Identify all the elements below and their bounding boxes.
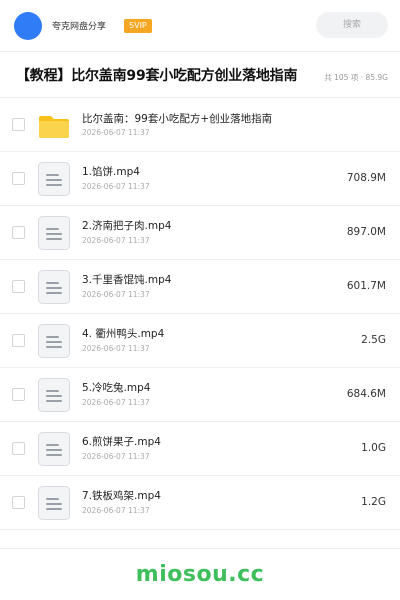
document-icon: [38, 270, 70, 304]
file-date: 2026-06-07 11:37: [82, 398, 150, 407]
file-date: 2026-06-07 11:37: [82, 182, 150, 191]
row-checkbox[interactable]: [12, 442, 25, 455]
file-row[interactable]: 1.馅饼.mp4 2026-06-07 11:37 708.9M: [0, 152, 400, 206]
file-row[interactable]: 比尔盖南：99套小吃配方+创业落地指南 2026-06-07 11:37: [0, 98, 400, 152]
document-icon: [38, 432, 70, 466]
file-date: 2026-06-07 11:37: [82, 290, 150, 299]
header: 夸克网盘分享 SVIP: [0, 0, 400, 52]
share-meta: 共 105 项 · 85.9G: [324, 73, 388, 82]
svip-badge: SVIP: [124, 18, 152, 33]
document-icon: [38, 216, 70, 250]
file-name: 1.馅饼.mp4: [82, 166, 140, 178]
file-row[interactable]: 5.冷吃兔.mp4 2026-06-07 11:37 684.6M: [0, 368, 400, 422]
file-size: 601.7M: [346, 280, 386, 292]
search-input[interactable]: [316, 12, 388, 38]
file-row[interactable]: 7.铁板鸡架.mp4 2026-06-07 11:37 1.2G: [0, 476, 400, 530]
brand-watermark: miosou.cc: [135, 562, 265, 587]
avatar[interactable]: [14, 11, 42, 40]
row-checkbox[interactable]: [12, 226, 25, 239]
file-size: 684.6M: [346, 388, 386, 400]
file-date: 2026-06-07 11:37: [82, 506, 150, 515]
file-row[interactable]: 2.济南把子肉.mp4 2026-06-07 11:37 897.0M: [0, 206, 400, 260]
share-title: 【教程】比尔盖南99套小吃配方创业落地指南: [16, 67, 298, 84]
file-date: 2026-06-07 11:37: [82, 236, 150, 245]
file-name: 6.煎饼果子.mp4: [82, 436, 161, 448]
file-size: 1.0G: [361, 442, 386, 454]
document-icon: [38, 162, 70, 196]
file-size: 1.2G: [361, 496, 386, 508]
site-name: 夸克网盘分享: [52, 22, 107, 32]
footer: miosou.cc: [0, 548, 400, 600]
file-list: 比尔盖南：99套小吃配方+创业落地指南 2026-06-07 11:37 1.馅…: [0, 98, 400, 530]
document-icon: [38, 486, 70, 520]
file-date: 2026-06-07 11:37: [82, 128, 150, 137]
folder-icon: [38, 108, 70, 142]
file-name: 5.冷吃兔.mp4: [82, 382, 151, 394]
file-size: 897.0M: [346, 226, 386, 238]
file-name: 4. 衢州鸭头.mp4: [82, 328, 165, 340]
file-size: 2.5G: [361, 334, 386, 346]
share-title-row: 【教程】比尔盖南99套小吃配方创业落地指南 共 105 项 · 85.9G: [0, 52, 400, 98]
file-name: 比尔盖南：99套小吃配方+创业落地指南: [82, 113, 273, 125]
row-checkbox[interactable]: [12, 388, 25, 401]
share-page: 夸克网盘分享 SVIP 【教程】比尔盖南99套小吃配方创业落地指南 共 105 …: [0, 0, 400, 600]
row-checkbox[interactable]: [12, 172, 25, 185]
file-name: 3.千里香馄饨.mp4: [82, 274, 172, 286]
file-size: 708.9M: [346, 172, 386, 184]
file-row[interactable]: 3.千里香馄饨.mp4 2026-06-07 11:37 601.7M: [0, 260, 400, 314]
row-checkbox[interactable]: [12, 334, 25, 347]
file-name: 2.济南把子肉.mp4: [82, 220, 172, 232]
file-name: 7.铁板鸡架.mp4: [82, 490, 161, 502]
file-row[interactable]: 4. 衢州鸭头.mp4 2026-06-07 11:37 2.5G: [0, 314, 400, 368]
document-icon: [38, 378, 70, 412]
document-icon: [38, 324, 70, 358]
row-checkbox[interactable]: [12, 280, 25, 293]
file-date: 2026-06-07 11:37: [82, 344, 150, 353]
row-checkbox[interactable]: [12, 496, 25, 509]
file-date: 2026-06-07 11:37: [82, 452, 150, 461]
file-row[interactable]: 6.煎饼果子.mp4 2026-06-07 11:37 1.0G: [0, 422, 400, 476]
row-checkbox[interactable]: [12, 118, 25, 131]
